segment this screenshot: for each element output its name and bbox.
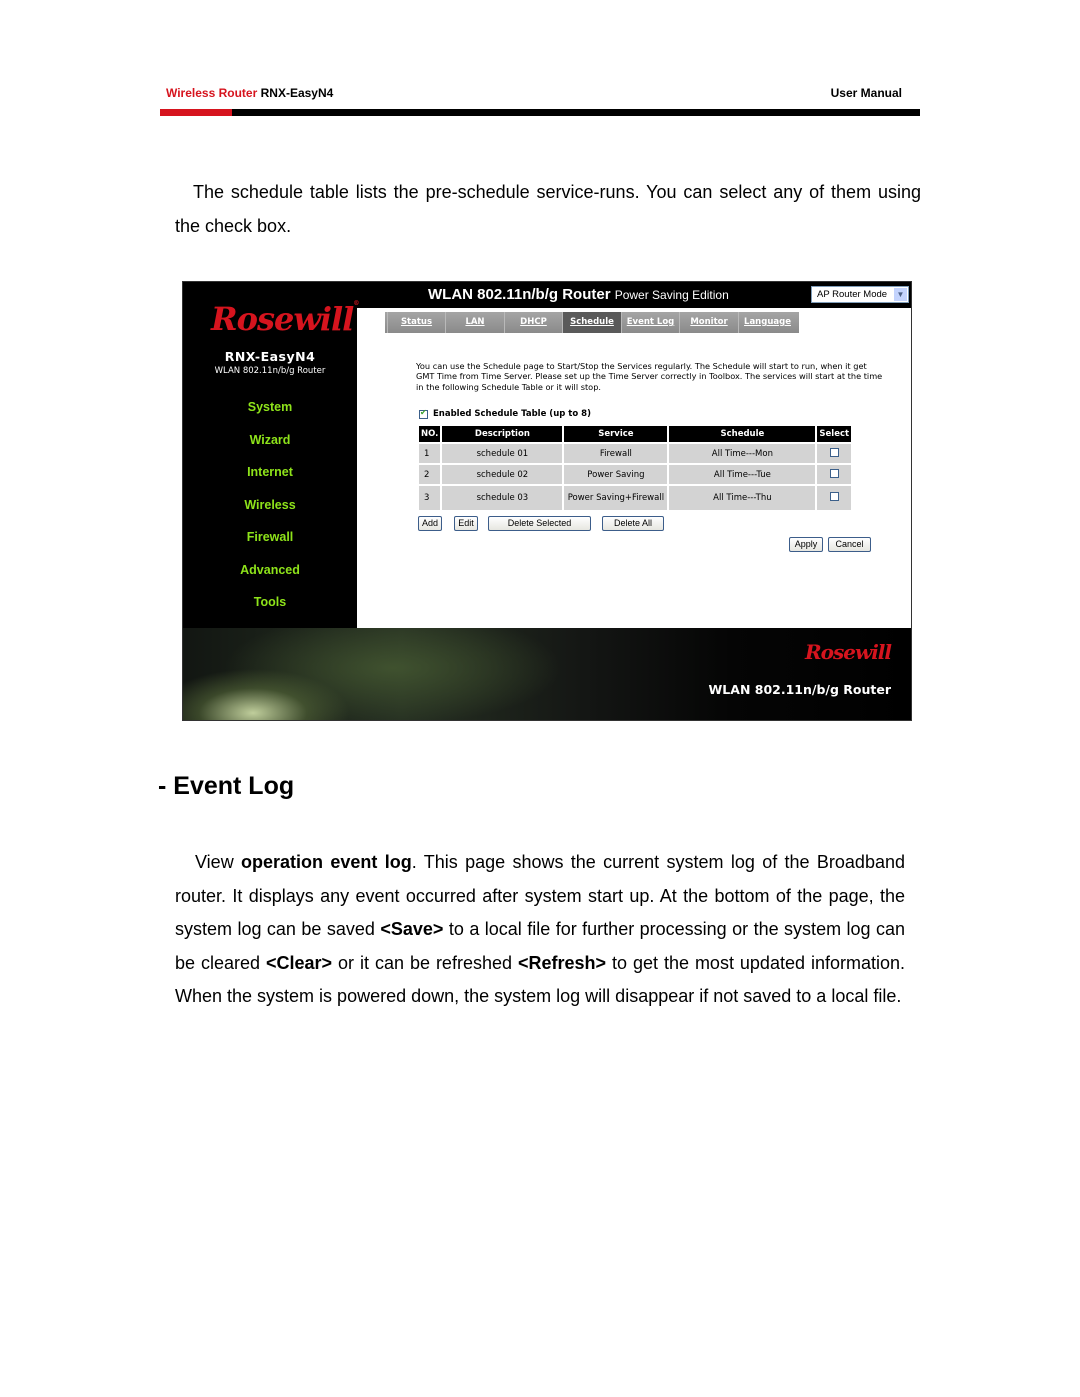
table-row: 3 schedule 03 Power Saving+Firewall All … <box>419 486 852 510</box>
sidebar-item-tools[interactable]: Tools <box>183 595 357 628</box>
cell-service: Firewall <box>564 444 668 463</box>
cell-no: 3 <box>419 486 441 510</box>
registered-mark: ® <box>353 300 359 307</box>
mode-select[interactable]: AP Router Mode ▼ <box>811 286 909 303</box>
col-header-service: Service <box>564 426 668 442</box>
cell-service: Power Saving <box>564 465 668 484</box>
tab-schedule[interactable]: Schedule <box>562 312 621 333</box>
sidebar-item-wizard[interactable]: Wizard <box>183 433 357 466</box>
router-title-sub: Power Saving Edition <box>614 288 729 302</box>
router-sidebar: Rosewill® RNX-EasyN4 WLAN 802.11n/b/g Ro… <box>183 282 359 628</box>
section-heading: - Event Log <box>158 772 295 800</box>
cell-description: schedule 03 <box>442 486 563 510</box>
sidebar-item-firewall[interactable]: Firewall <box>183 530 357 563</box>
cell-description: schedule 02 <box>442 465 563 484</box>
rosewill-logo: Rosewill® <box>211 300 359 344</box>
router-ui-screenshot: WLAN 802.11n/b/g Router Power Saving Edi… <box>182 281 912 721</box>
edit-button[interactable]: Edit <box>454 516 478 531</box>
schedule-intro-text: You can use the Schedule page to Start/S… <box>416 361 883 392</box>
cell-service: Power Saving+Firewall <box>564 486 668 510</box>
enable-schedule-label: Enabled Schedule Table (up to 8) <box>433 409 591 419</box>
router-title-main: WLAN 802.11n/b/g Router <box>428 286 611 303</box>
sidebar-item-system[interactable]: System <box>183 400 357 433</box>
refresh-term: <Refresh> <box>517 952 607 973</box>
header-product-label: Wireless Router <box>166 86 258 100</box>
tab-language[interactable]: Language <box>738 312 796 333</box>
intro-paragraph: The schedule table lists the pre-schedul… <box>175 182 921 236</box>
logo-text: Rosewill <box>211 300 354 338</box>
event-log-paragraph: View operation event log. This page show… <box>175 846 905 1014</box>
schedule-table: NO. Description Service Schedule Select … <box>417 424 853 512</box>
cell-schedule: All Time---Mon <box>669 444 816 463</box>
cancel-button[interactable]: Cancel <box>828 537 871 552</box>
router-model-name: RNX-EasyN4 <box>224 349 316 364</box>
header-product: Wireless Router RNX-EasyN4 <box>166 86 333 100</box>
header-rule-accent <box>160 109 232 116</box>
page-header: Wireless Router RNX-EasyN4 User Manual <box>160 86 920 100</box>
save-term: <Save> <box>380 919 444 939</box>
header-rule <box>160 109 920 116</box>
cell-description: schedule 01 <box>442 444 563 463</box>
cell-select <box>817 486 852 510</box>
router-title: WLAN 802.11n/b/g Router Power Saving Edi… <box>428 286 729 303</box>
table-row: 2 schedule 02 Power Saving All Time---Tu… <box>419 465 852 484</box>
enable-schedule-row: Enabled Schedule Table (up to 8) <box>419 408 591 419</box>
tab-monitor[interactable]: Monitor <box>679 312 738 333</box>
col-header-description: Description <box>442 426 563 442</box>
text-run: View <box>195 852 242 872</box>
text-run: or it can be refreshed <box>332 952 518 973</box>
sidebar-item-advanced[interactable]: Advanced <box>183 563 357 596</box>
tab-status[interactable]: Status <box>387 312 445 333</box>
router-footer-banner: Rosewill WLAN 802.11n/b/g Router <box>183 628 911 720</box>
col-header-no: NO. <box>419 426 441 442</box>
col-header-select: Select <box>817 426 852 442</box>
cell-schedule: All Time---Tue <box>669 465 816 484</box>
footer-rosewill-logo: Rosewill <box>805 640 892 664</box>
tab-event-log[interactable]: Event Log <box>621 312 679 333</box>
tab-dhcp[interactable]: DHCP <box>504 312 562 333</box>
mode-select-value: AP Router Mode <box>817 289 888 300</box>
cell-no: 1 <box>419 444 441 463</box>
col-header-schedule: Schedule <box>669 426 816 442</box>
chevron-down-icon[interactable]: ▼ <box>894 288 907 301</box>
footer-title: WLAN 802.11n/b/g Router <box>708 682 891 697</box>
enable-schedule-checkbox[interactable] <box>419 408 428 419</box>
table-row: 1 schedule 01 Firewall All Time---Mon <box>419 444 852 463</box>
delete-all-button[interactable]: Delete All <box>602 516 664 531</box>
table-header-row: NO. Description Service Schedule Select <box>419 426 852 442</box>
sidebar-item-wireless[interactable]: Wireless <box>183 498 357 531</box>
bold-run: operation event log <box>241 852 412 872</box>
sidebar-item-internet[interactable]: Internet <box>183 465 357 498</box>
header-model: RNX-EasyN4 <box>260 86 334 100</box>
select-checkbox[interactable] <box>829 468 839 478</box>
tab-lan[interactable]: LAN <box>445 312 504 333</box>
apply-button[interactable]: Apply <box>789 537 823 552</box>
delete-selected-button[interactable]: Delete Selected <box>488 516 591 531</box>
clear-term: <Clear> <box>266 952 333 973</box>
cell-select <box>817 465 852 484</box>
sidebar-nav: System Wizard Internet Wireless Firewall… <box>183 400 357 628</box>
cell-schedule: All Time---Thu <box>669 486 816 510</box>
select-checkbox[interactable] <box>829 492 839 501</box>
add-button[interactable]: Add <box>418 516 442 531</box>
router-model-desc: WLAN 802.11n/b/g Router <box>214 366 326 376</box>
cell-select <box>817 444 852 463</box>
cell-no: 2 <box>419 465 441 484</box>
tab-bar: Status LAN DHCP Schedule Event Log Monit… <box>385 312 799 333</box>
header-doc-type: User Manual <box>830 86 902 100</box>
select-checkbox[interactable] <box>829 447 839 457</box>
